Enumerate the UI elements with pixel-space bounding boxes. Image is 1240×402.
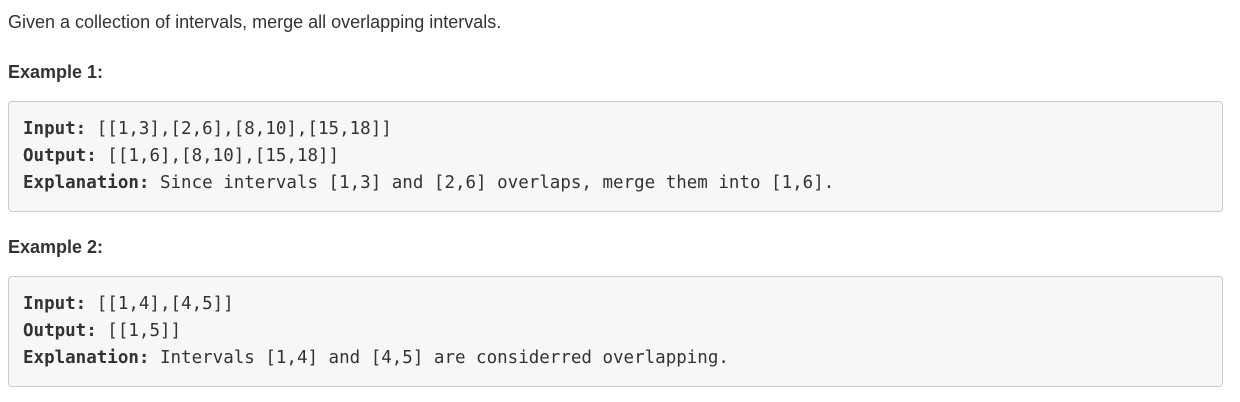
- example-2-heading: Example 2:: [8, 237, 104, 257]
- output-label: Output:: [23, 146, 97, 166]
- example-1-explanation-line: Explanation: Since intervals [1,3] and […: [23, 170, 1208, 197]
- explanation-value: Since intervals [1,3] and [2,6] overlaps…: [149, 173, 835, 193]
- input-value: [[1,3],[2,6],[8,10],[15,18]]: [86, 119, 392, 139]
- problem-statement: Given a collection of intervals, merge a…: [8, 12, 502, 32]
- explanation-label: Explanation:: [23, 348, 150, 368]
- example-1-input-line: Input: [[1,3],[2,6],[8,10],[15,18]]: [23, 116, 1208, 143]
- explanation-label: Explanation:: [23, 173, 150, 193]
- explanation-value: Intervals [1,4] and [4,5] are considerre…: [149, 348, 729, 368]
- input-value: [[1,4],[4,5]]: [86, 294, 234, 314]
- example-1-output-line: Output: [[1,6],[8,10],[15,18]]: [23, 143, 1208, 170]
- input-label: Input:: [23, 119, 87, 139]
- example-2-code-block: Input: [[1,4],[4,5]] Output: [[1,5]] Exp…: [8, 276, 1223, 387]
- output-value: [[1,5]]: [96, 321, 182, 341]
- example-2-output-line: Output: [[1,5]]: [23, 318, 1208, 345]
- example-1-heading: Example 1:: [8, 62, 104, 82]
- example-2-explanation-line: Explanation: Intervals [1,4] and [4,5] a…: [23, 345, 1208, 372]
- output-label: Output:: [23, 321, 97, 341]
- example-2-input-line: Input: [[1,4],[4,5]]: [23, 291, 1208, 318]
- output-value: [[1,6],[8,10],[15,18]]: [96, 146, 340, 166]
- input-label: Input:: [23, 294, 87, 314]
- example-1-code-block: Input: [[1,3],[2,6],[8,10],[15,18]] Outp…: [8, 101, 1223, 212]
